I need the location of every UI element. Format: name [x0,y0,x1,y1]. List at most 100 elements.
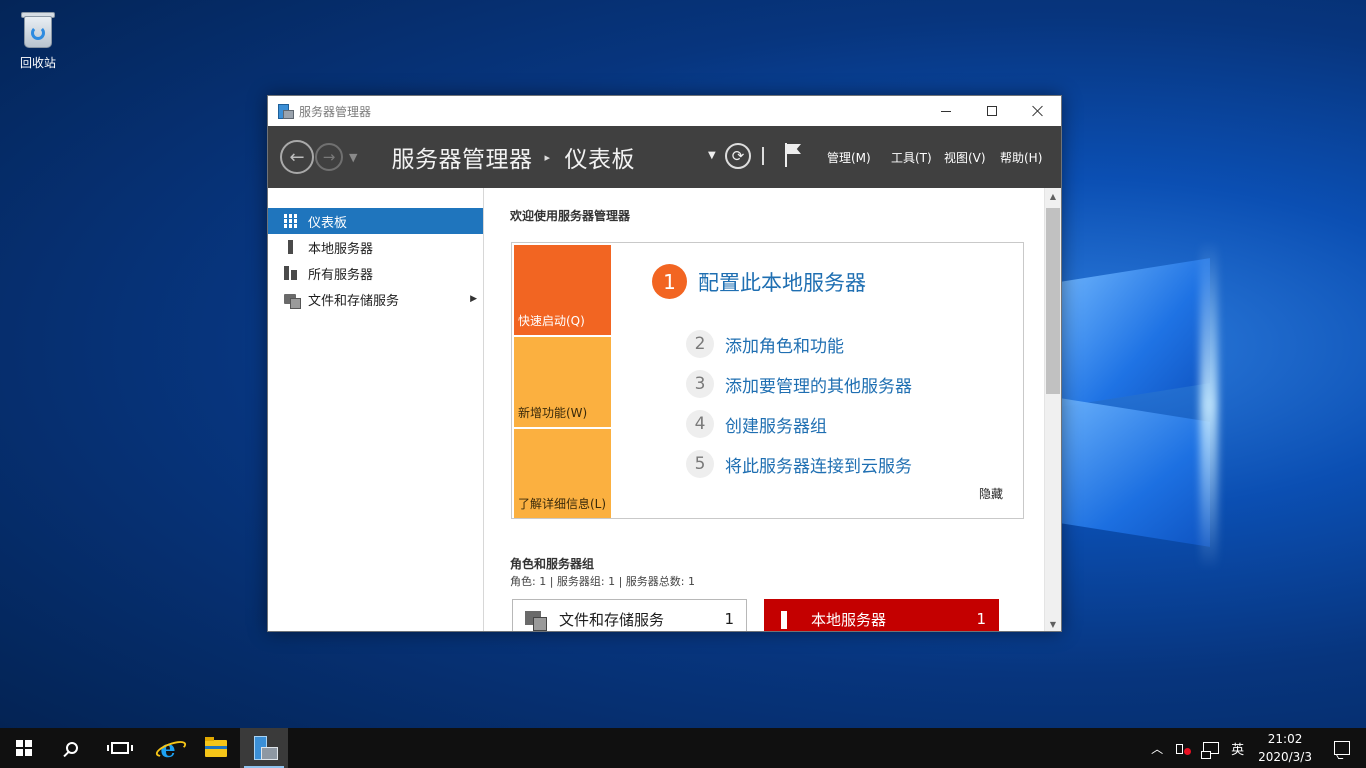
breadcrumb-root[interactable]: 服务器管理器 [391,140,532,174]
sidebar-item-label: 本地服务器 [308,241,374,257]
flag-icon [785,143,787,167]
system-tray: ︿ 英 21:02 2020/3/3 [1145,728,1366,768]
start-button[interactable] [0,728,48,768]
taskbar-file-explorer[interactable] [192,728,240,768]
internet-explorer-icon: e [160,733,176,763]
app-header: ← → ▼ 服务器管理器 ▸ 仪表板 ▼ ⟳ 管理(M) 工具(T) 视图(V)… [268,126,1061,188]
close-button[interactable] [1015,96,1061,126]
wallpaper-pane-top [1060,258,1210,407]
task-view-icon [107,742,133,754]
menu-view[interactable]: 视图(V) [944,149,986,166]
back-button[interactable]: ← [280,140,314,174]
sidebar-item-all-servers[interactable]: 所有服务器 [268,260,483,286]
step-number-badge: 5 [686,450,714,478]
step-add-roles[interactable]: 2 添加角色和功能 [686,330,844,358]
speaker-muted-icon [1175,741,1192,755]
sidebar-item-file-storage[interactable]: 文件和存储服务 ▶ [268,286,483,312]
network-button[interactable] [1197,742,1225,759]
volume-button[interactable] [1169,741,1197,755]
windows-start-icon [16,740,32,756]
scroll-down-icon[interactable]: ▼ [1045,616,1061,631]
hide-link[interactable]: 隐藏 [979,485,1003,502]
recycle-bin-icon [21,10,55,50]
history-dropdown-icon[interactable]: ▼ [349,151,357,164]
sidebar: 仪表板 本地服务器 所有服务器 文件和存储服务 ▶ [268,188,484,631]
server-manager-window: 服务器管理器 ← → ▼ 服务器管理器 ▸ 仪表板 ▼ ⟳ 管理(M) 工具(T… [267,95,1062,632]
step-create-server-group[interactable]: 4 创建服务器组 [686,410,827,438]
role-card-count: 1 [724,610,734,628]
role-card-file-storage[interactable]: 文件和存储服务 1 [512,599,747,631]
maximize-button[interactable] [969,96,1015,126]
arrow-right-icon: → [322,148,336,166]
step-link[interactable]: 添加角色和功能 [725,332,844,357]
server-manager-icon [252,736,278,760]
dashboard-content: 欢迎使用服务器管理器 快速启动(Q) 新增功能(W) 了解详细信息(L) 1 配… [485,188,1046,631]
forward-button[interactable]: → [315,143,343,171]
scroll-up-icon[interactable]: ▲ [1045,188,1061,205]
window-title: 服务器管理器 [299,104,372,119]
breadcrumb: 服务器管理器 ▸ 仪表板 [391,140,635,174]
step-link[interactable]: 创建服务器组 [725,412,827,437]
chevron-right-icon[interactable]: ▶ [470,294,477,304]
step-link[interactable]: 将此服务器连接到云服务 [725,452,912,477]
tile-learn-more[interactable]: 了解详细信息(L) [514,429,611,518]
role-card-label: 文件和存储服务 [559,610,665,629]
taskbar: e ︿ 英 21:02 2020/3/3 [0,728,1366,768]
wallpaper-glow [1200,240,1218,570]
role-card-local-server[interactable]: 本地服务器 1 [764,599,999,631]
step-number-badge: 2 [686,330,714,358]
input-method-button[interactable]: 英 [1225,739,1250,758]
sidebar-item-dashboard[interactable]: 仪表板 [268,208,483,234]
network-icon [1201,742,1220,759]
step-add-servers[interactable]: 3 添加要管理的其他服务器 [686,370,912,398]
menu-help[interactable]: 帮助(H) [1000,149,1042,166]
clock[interactable]: 21:02 2020/3/3 [1250,730,1324,766]
tile-label: 了解详细信息(L) [518,497,607,511]
server-icon [777,611,797,629]
step-number-badge: 3 [686,370,714,398]
vertical-scrollbar[interactable]: ▲ ▼ [1044,188,1061,631]
menu-manage[interactable]: 管理(M) [827,149,871,166]
step-configure-local-server[interactable]: 1 配置此本地服务器 [652,264,866,299]
maximize-icon [987,106,997,116]
minimize-button[interactable] [923,96,969,126]
server-manager-icon [277,104,294,119]
sidebar-item-local-server[interactable]: 本地服务器 [268,234,483,260]
step-link[interactable]: 添加要管理的其他服务器 [725,372,912,397]
sidebar-item-label: 所有服务器 [308,267,374,283]
tile-label: 快速启动(Q) [518,314,585,328]
windows-logo-wallpaper [1040,230,1340,570]
roles-section-title: 角色和服务器组 [510,557,595,571]
tile-whats-new[interactable]: 新增功能(W) [514,337,611,427]
menu-tools[interactable]: 工具(T) [891,149,932,166]
step-connect-cloud[interactable]: 5 将此服务器连接到云服务 [686,450,912,478]
servers-icon [284,266,298,280]
show-hidden-icons-button[interactable]: ︿ [1145,740,1169,757]
task-view-button[interactable] [96,728,144,768]
step-number-badge: 4 [686,410,714,438]
arrow-left-icon: ← [289,146,305,168]
role-card-count: 1 [976,610,986,628]
refresh-button[interactable]: ⟳ [725,143,751,169]
folder-icon [205,736,227,757]
search-button[interactable] [48,728,96,768]
scrollbar-thumb[interactable] [1046,208,1060,394]
window-titlebar[interactable]: 服务器管理器 [268,96,1061,126]
clock-date: 2020/3/3 [1258,750,1312,764]
desktop-icon-recycle-bin[interactable]: 回收站 [12,8,64,71]
search-icon [66,742,78,754]
refresh-icon: ⟳ [731,147,745,165]
sidebar-item-label: 仪表板 [308,215,348,231]
role-card-label: 本地服务器 [811,610,887,629]
taskbar-internet-explorer[interactable]: e [144,728,192,768]
quick-start-panel: 快速启动(Q) 新增功能(W) 了解详细信息(L) 1 配置此本地服务器 2 添… [511,242,1024,519]
taskbar-server-manager[interactable] [240,728,288,768]
tile-label: 新增功能(W) [518,406,588,420]
breadcrumb-dropdown-icon[interactable]: ▼ [708,150,716,161]
step-number-badge: 1 [652,264,687,299]
notifications-flag-button[interactable] [785,143,803,167]
tile-quick-start[interactable]: 快速启动(Q) [514,245,611,335]
step-link[interactable]: 配置此本地服务器 [698,267,866,297]
notification-center-icon[interactable] [1334,741,1350,755]
breadcrumb-separator-icon: ▸ [544,150,551,164]
